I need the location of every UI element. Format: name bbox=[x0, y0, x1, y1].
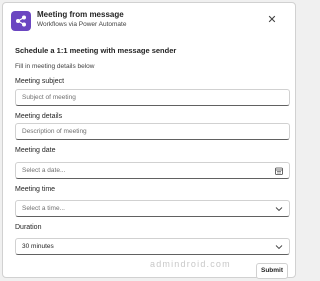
details-placeholder: Description of meeting bbox=[22, 128, 87, 135]
watermark-brand: admindroid.com bbox=[150, 259, 231, 269]
workflow-app-icon bbox=[11, 11, 31, 31]
date-label: Meeting date bbox=[15, 147, 56, 154]
close-button[interactable]: ✕ bbox=[265, 13, 279, 27]
subject-placeholder: Subject of meeting bbox=[22, 94, 76, 101]
date-picker[interactable]: Select a date... bbox=[15, 162, 290, 179]
submit-button[interactable]: Submit bbox=[256, 263, 288, 279]
calendar-icon[interactable] bbox=[275, 167, 283, 175]
time-label: Meeting time bbox=[15, 186, 56, 193]
details-label: Meeting details bbox=[15, 113, 63, 120]
chevron-down-icon bbox=[275, 207, 283, 212]
duration-value: 30 minutes bbox=[22, 243, 54, 250]
time-select[interactable]: Select a time... bbox=[15, 200, 290, 217]
dialog-subtitle: Workflows via Power Automate bbox=[37, 21, 127, 28]
duration-label: Duration bbox=[15, 224, 42, 231]
meeting-dialog: Meeting from message Workflows via Power… bbox=[2, 2, 296, 279]
details-input[interactable]: Description of meeting bbox=[15, 123, 290, 140]
duration-select[interactable]: 30 minutes bbox=[15, 238, 290, 255]
date-placeholder: Select a date... bbox=[22, 167, 66, 174]
time-placeholder: Select a time... bbox=[22, 205, 65, 212]
chevron-down-icon bbox=[275, 245, 283, 250]
close-icon: ✕ bbox=[267, 14, 277, 26]
form-intro: Fill in meeting details below bbox=[15, 63, 95, 70]
subject-input[interactable]: Subject of meeting bbox=[15, 89, 290, 106]
form-heading: Schedule a 1:1 meeting with message send… bbox=[15, 46, 177, 55]
subject-label: Meeting subject bbox=[15, 78, 65, 85]
dialog-title: Meeting from message bbox=[37, 10, 124, 19]
